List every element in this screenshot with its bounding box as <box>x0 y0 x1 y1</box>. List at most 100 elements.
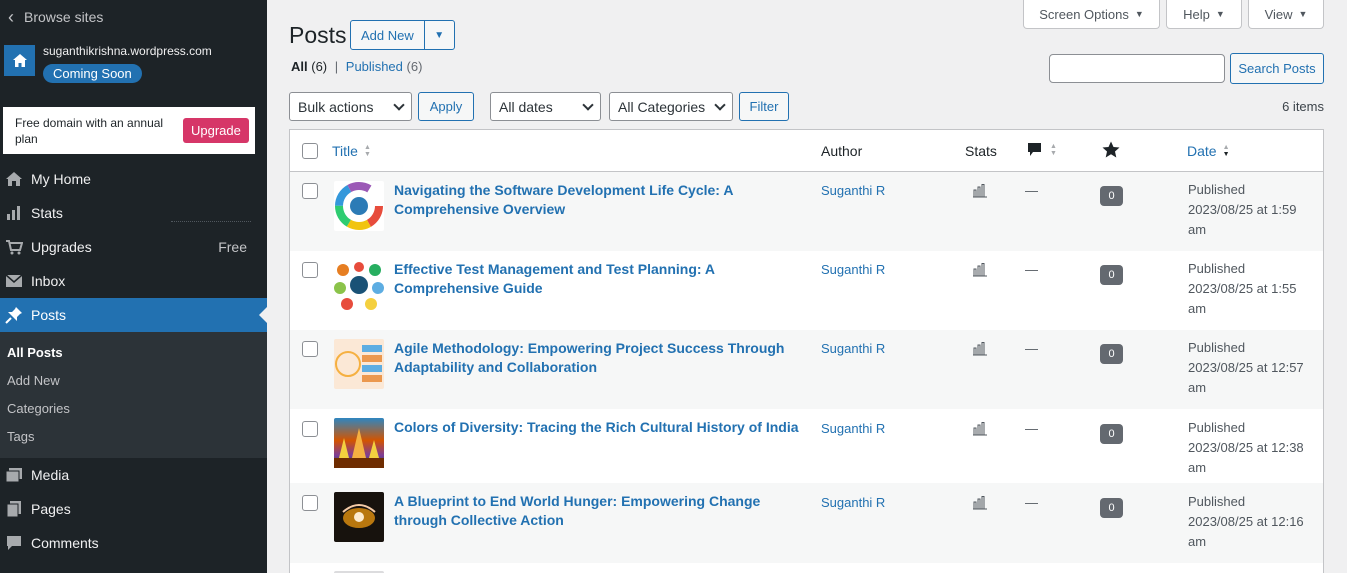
chevron-left-icon: ‹ <box>8 6 14 27</box>
post-author-link[interactable]: Suganthi R <box>821 341 885 356</box>
site-url: suganthikrishna.wordpress.com <box>43 44 212 58</box>
add-new-button[interactable]: Add New <box>351 21 425 49</box>
categories-select[interactable]: All Categories <box>609 92 733 121</box>
post-title-link[interactable]: Colors of Diversity: Tracing the Rich Cu… <box>394 418 814 437</box>
column-date-label: Date <box>1187 143 1217 159</box>
post-title-link[interactable]: Effective Test Management and Test Plann… <box>394 260 814 298</box>
post-date-ampm: am <box>1188 222 1207 237</box>
likes-badge: 0 <box>1100 498 1123 518</box>
likes-badge: 0 <box>1100 186 1123 206</box>
pages-icon <box>4 500 24 518</box>
apply-button[interactable]: Apply <box>418 92 474 121</box>
view-label: View <box>1264 6 1293 22</box>
menu-label: Posts <box>31 307 67 323</box>
menu-item-comments[interactable]: Comments <box>0 526 267 560</box>
bulk-actions-select[interactable]: Bulk actions <box>289 92 412 121</box>
comments-count: — <box>1025 421 1038 436</box>
stats-icon[interactable] <box>972 496 988 510</box>
likes-badge: 0 <box>1100 265 1123 285</box>
column-comments-header[interactable]: ▲ ▼ <box>1027 142 1057 158</box>
submenu-categories[interactable]: Categories <box>0 394 267 422</box>
post-thumbnail[interactable] <box>334 181 384 231</box>
add-new-dropdown-icon[interactable]: ▼ <box>425 21 454 49</box>
post-date-ampm: am <box>1188 460 1207 475</box>
help-button[interactable]: Help ▼ <box>1166 0 1242 29</box>
row-checkbox[interactable] <box>302 495 318 511</box>
filter-button[interactable]: Filter <box>739 92 789 121</box>
stats-icon[interactable] <box>972 184 988 198</box>
browse-sites-link[interactable]: ‹ Browse sites <box>0 0 267 34</box>
menu-item-stats[interactable]: Stats <box>0 196 267 230</box>
table-row <box>290 563 1323 573</box>
post-title-link[interactable]: Agile Methodology: Empowering Project Su… <box>394 339 814 377</box>
submenu-all-posts[interactable]: All Posts <box>0 338 267 366</box>
post-date-value: 2023/08/25 at 1:59 <box>1188 202 1297 217</box>
screen-options-button[interactable]: Screen Options ▼ <box>1023 0 1160 29</box>
screen-options-label: Screen Options <box>1039 6 1129 22</box>
filter-published-count: (6) <box>406 59 423 74</box>
column-title-label: Title <box>332 143 358 159</box>
menu-label: Comments <box>31 535 99 551</box>
table-row: Effective Test Management and Test Plann… <box>290 251 1323 330</box>
pin-icon <box>4 306 24 324</box>
caret-down-icon: ▼ <box>1298 9 1308 19</box>
submenu-add-new[interactable]: Add New <box>0 366 267 394</box>
main-content: Screen Options ▼ Help ▼ View ▼ Posts Add… <box>267 0 1347 573</box>
posts-table: Title ▲▼ Author Stats ▲▼ Date ▲▼ Navi <box>289 129 1324 573</box>
post-thumbnail[interactable] <box>334 418 384 468</box>
column-date-header[interactable]: Date ▲ ▼ <box>1187 143 1230 159</box>
dates-select[interactable]: All dates <box>490 92 601 121</box>
menu-item-inbox[interactable]: Inbox <box>0 264 267 298</box>
post-thumbnail[interactable] <box>334 260 384 310</box>
site-switcher[interactable]: suganthikrishna.wordpress.com Coming Soo… <box>0 34 267 98</box>
post-title-link[interactable]: A Blueprint to End World Hunger: Empower… <box>394 492 814 530</box>
post-date: Published 2023/08/25 at 1:55 am <box>1188 259 1318 319</box>
post-date-value: 2023/08/25 at 1:55 <box>1188 281 1297 296</box>
post-date-value: 2023/08/25 at 12:16 <box>1188 514 1304 529</box>
post-author-link[interactable]: Suganthi R <box>821 262 885 277</box>
dates-value: All dates <box>499 98 553 115</box>
stats-icon[interactable] <box>972 263 988 277</box>
column-title-header[interactable]: Title ▲ ▼ <box>332 143 371 159</box>
comment-icon <box>1028 143 1041 156</box>
menu-item-pages[interactable]: Pages <box>0 492 267 526</box>
categories-value: All Categories <box>618 98 706 115</box>
menu-item-my-home[interactable]: My Home <box>0 162 267 196</box>
row-checkbox[interactable] <box>302 341 318 357</box>
row-checkbox[interactable] <box>302 183 318 199</box>
post-author-link[interactable]: Suganthi R <box>821 183 885 198</box>
row-checkbox[interactable] <box>302 421 318 437</box>
filter-all-link[interactable]: All (6) <box>291 59 327 74</box>
post-author-link[interactable]: Suganthi R <box>821 421 885 436</box>
stats-icon[interactable] <box>972 342 988 356</box>
post-title-link[interactable]: Navigating the Software Development Life… <box>394 181 814 219</box>
post-thumbnail[interactable] <box>334 492 384 542</box>
menu-item-posts[interactable]: Posts <box>0 298 267 332</box>
row-checkbox[interactable] <box>302 262 318 278</box>
column-stats-header: Stats <box>965 143 997 159</box>
upgrade-button[interactable]: Upgrade <box>183 118 249 143</box>
select-all-checkbox[interactable] <box>302 143 318 159</box>
stats-icon[interactable] <box>972 422 988 436</box>
search-input[interactable] <box>1049 54 1225 83</box>
post-status: Published <box>1188 182 1246 197</box>
posts-submenu: All Posts Add New Categories Tags <box>0 332 267 458</box>
menu-item-media[interactable]: Media <box>0 458 267 492</box>
upgrades-free-label: Free <box>218 239 247 255</box>
bulk-actions-value: Bulk actions <box>298 98 374 115</box>
post-author-link[interactable]: Suganthi R <box>821 495 885 510</box>
promo-text: Free domain with an annual plan <box>15 115 164 146</box>
menu-item-upgrades[interactable]: Upgrades Free <box>0 230 267 264</box>
site-home-icon <box>4 45 35 76</box>
search-posts-button[interactable]: Search Posts <box>1230 53 1324 84</box>
submenu-tags[interactable]: Tags <box>0 422 267 450</box>
post-date: Published 2023/08/25 at 12:16 am <box>1188 492 1318 552</box>
admin-menu: My Home Stats Upgrades Free Inbox Posts … <box>0 162 267 560</box>
admin-sidebar: ‹ Browse sites suganthikrishna.wordpress… <box>0 0 267 573</box>
view-button[interactable]: View ▼ <box>1248 0 1324 29</box>
coming-soon-badge[interactable]: Coming Soon <box>43 64 142 83</box>
post-thumbnail[interactable] <box>334 339 384 389</box>
filter-published-link[interactable]: Published (6) <box>346 59 423 74</box>
filter-separator: | <box>334 59 339 74</box>
post-status: Published <box>1188 494 1246 509</box>
